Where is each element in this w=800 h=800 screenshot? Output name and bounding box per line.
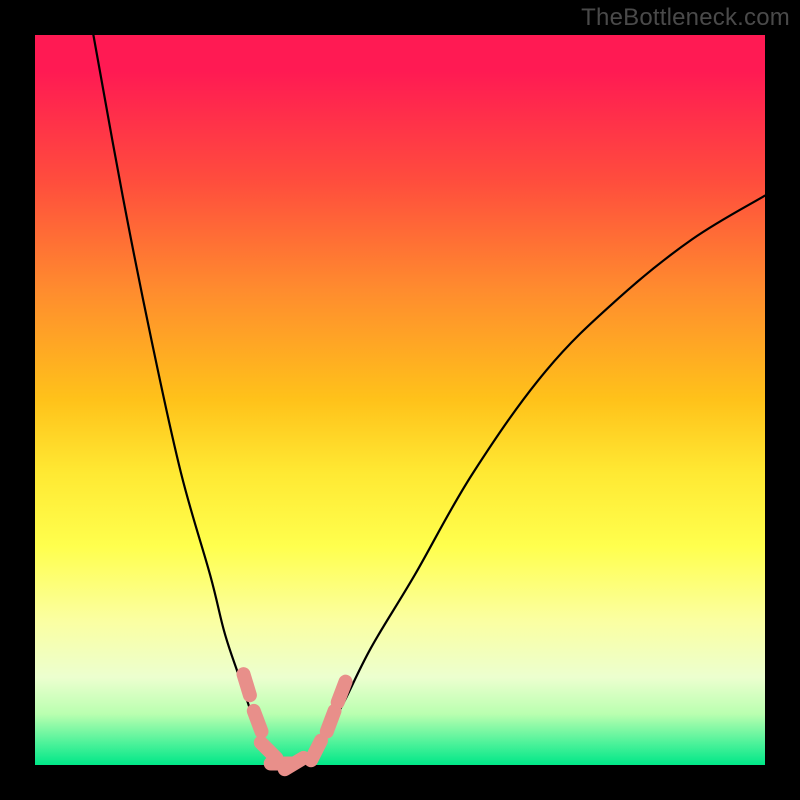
chart-container: TheBottleneck.com bbox=[0, 0, 800, 800]
right-curve bbox=[305, 196, 765, 765]
salmon-marker bbox=[261, 743, 277, 759]
salmon-marker bbox=[338, 682, 346, 703]
salmon-marker bbox=[327, 711, 335, 732]
salmon-marker bbox=[244, 674, 250, 695]
watermark-text: TheBottleneck.com bbox=[581, 4, 790, 32]
curves-svg bbox=[35, 35, 765, 765]
salmon-marker bbox=[285, 758, 304, 769]
plot-area bbox=[35, 35, 765, 765]
salmon-markers bbox=[244, 674, 346, 769]
salmon-marker bbox=[254, 711, 262, 732]
left-curve bbox=[93, 35, 276, 765]
salmon-marker bbox=[311, 741, 321, 761]
